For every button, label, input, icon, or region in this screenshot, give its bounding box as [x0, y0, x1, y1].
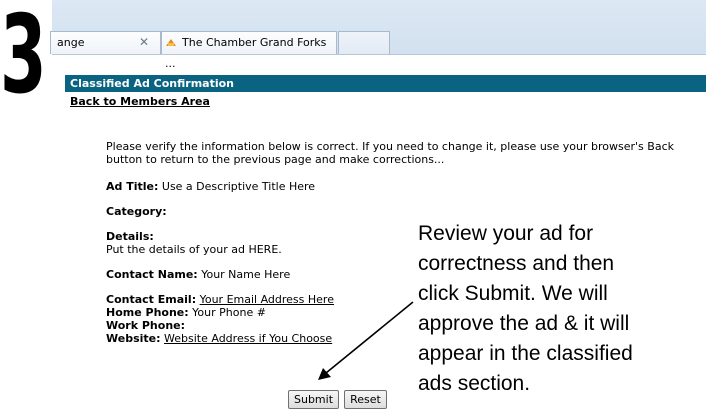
pointer-arrow-icon	[318, 301, 414, 380]
